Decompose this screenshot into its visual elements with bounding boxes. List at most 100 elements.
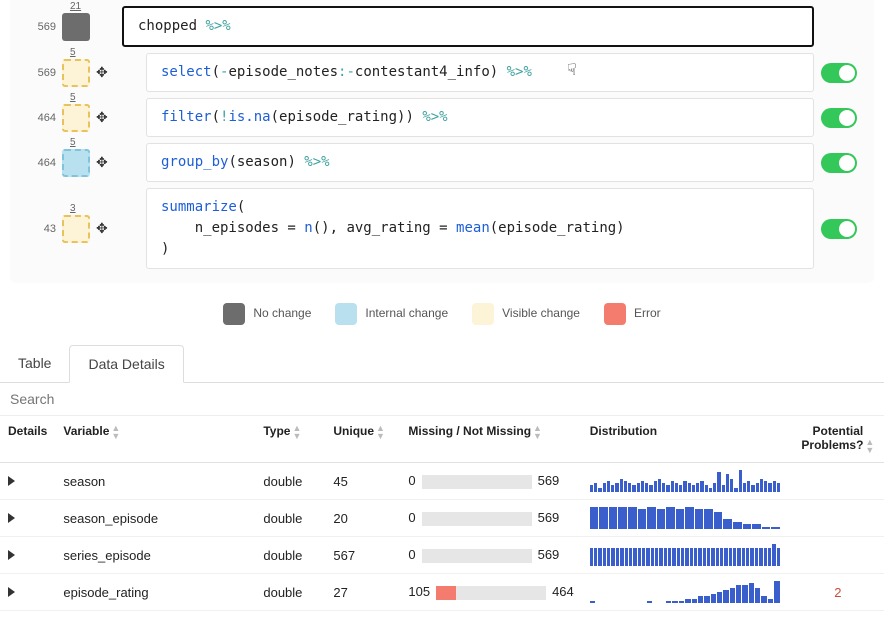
thumb-col: 21 [62,13,122,41]
col-unique[interactable]: Unique▲▼ [325,416,400,463]
cursor-icon: ☟ [567,58,577,82]
variable-name: episode_rating [55,574,255,611]
pipeline-step: 56921chopped %>% [20,6,864,47]
thumb-col: 5✥ [62,59,122,87]
sort-icon[interactable]: ▲▼ [292,424,301,440]
col-count: 5 [70,47,76,58]
legend-internal: Internal change [335,303,448,325]
row-count: 569 [20,67,62,79]
col-type[interactable]: Type▲▼ [255,416,325,463]
distribution-cell [582,574,792,611]
unique-count: 45 [325,463,400,500]
pipeline-step: 433✥summarize( n_episodes = n(), avg_rat… [20,188,864,269]
code-cell[interactable]: chopped %>% [122,6,814,47]
row-count: 464 [20,112,62,124]
thumb-col: 5✥ [62,104,122,132]
col-count: 5 [70,92,76,103]
sort-icon[interactable]: ▲▼ [533,424,542,440]
legend-visible: Visible change [472,303,580,325]
row-count: 569 [20,21,62,33]
toggle-col [814,63,864,83]
move-handle-icon[interactable]: ✥ [96,154,108,171]
missing-cell: 0569 [400,537,581,574]
data-thumb[interactable] [62,59,90,87]
sort-icon[interactable]: ▲▼ [376,424,385,440]
col-count: 5 [70,137,76,148]
legend-no-change: No change [223,303,311,325]
unique-count: 20 [325,500,400,537]
tab-table[interactable]: Table [0,345,69,382]
col-problems[interactable]: Potential Problems?▲▼ [792,416,884,463]
expand-icon[interactable] [8,513,15,523]
row-count: 464 [20,157,62,169]
expand-icon[interactable] [8,476,15,486]
sort-icon[interactable]: ▲▼ [111,424,120,440]
tab-data-details[interactable]: Data Details [69,345,183,383]
code-cell[interactable]: select(-episode_notes:-contestant4_info)… [146,53,814,92]
move-handle-icon[interactable]: ✥ [96,220,108,237]
table-row: series_episodedouble5670569 [0,537,884,574]
pipeline-step: 5695✥ select(-episode_notes:-contestant4_… [20,53,864,92]
sort-icon[interactable]: ▲▼ [865,438,874,454]
expand-icon[interactable] [8,550,15,560]
variable-type: double [255,500,325,537]
step-toggle[interactable] [821,153,857,173]
data-thumb[interactable] [62,215,90,243]
thumb-col: 5✥ [62,149,122,177]
data-details-table: Details Variable▲▼ Type▲▼ Unique▲▼ Missi… [0,416,884,611]
variable-name: series_episode [55,537,255,574]
legend: No change Internal change Visible change… [0,283,884,339]
tabs: Table Data Details [0,345,884,383]
problems-count [792,463,884,500]
toggle-col [814,219,864,239]
missing-cell: 105464 [400,574,581,611]
variable-type: double [255,574,325,611]
swatch-visible [472,303,494,325]
table-row: seasondouble450569 [0,463,884,500]
step-toggle[interactable] [821,63,857,83]
col-count: 3 [70,203,76,214]
pipeline-step: 4645✥ filter(!is.na(episode_rating)) %>% [20,98,864,137]
missing-cell: 0569 [400,500,581,537]
code-cell[interactable]: group_by(season) %>% [146,143,814,182]
col-missing[interactable]: Missing / Not Missing▲▼ [400,416,581,463]
distribution-cell [582,463,792,500]
data-thumb[interactable] [62,13,90,41]
search-input[interactable] [10,391,874,407]
code-cell[interactable]: summarize( n_episodes = n(), avg_rating … [146,188,814,269]
expand-icon[interactable] [8,587,15,597]
step-toggle[interactable] [821,219,857,239]
variable-type: double [255,463,325,500]
distribution-cell [582,500,792,537]
search-row [0,383,884,416]
pipeline-step: 4645✥ group_by(season) %>% [20,143,864,182]
row-count: 43 [20,223,62,235]
col-count: 21 [70,1,81,12]
variable-name: season_episode [55,500,255,537]
swatch-internal [335,303,357,325]
toggle-col [814,108,864,128]
variable-type: double [255,537,325,574]
data-thumb[interactable] [62,104,90,132]
thumb-col: 3✥ [62,215,122,243]
table-row: season_episodedouble200569 [0,500,884,537]
code-cell[interactable]: filter(!is.na(episode_rating)) %>% [146,98,814,137]
legend-error: Error [604,303,661,325]
distribution-cell [582,537,792,574]
missing-cell: 0569 [400,463,581,500]
swatch-no-change [223,303,245,325]
table-row: episode_ratingdouble27105464 2 [0,574,884,611]
col-details: Details [0,416,55,463]
col-distribution: Distribution [582,416,792,463]
move-handle-icon[interactable]: ✥ [96,109,108,126]
toggle-col [814,153,864,173]
data-thumb[interactable] [62,149,90,177]
problems-count [792,500,884,537]
move-handle-icon[interactable]: ✥ [96,64,108,81]
swatch-error [604,303,626,325]
problems-count [792,537,884,574]
step-toggle[interactable] [821,108,857,128]
unique-count: 27 [325,574,400,611]
col-variable[interactable]: Variable▲▼ [55,416,255,463]
problems-count: 2 [792,574,884,611]
